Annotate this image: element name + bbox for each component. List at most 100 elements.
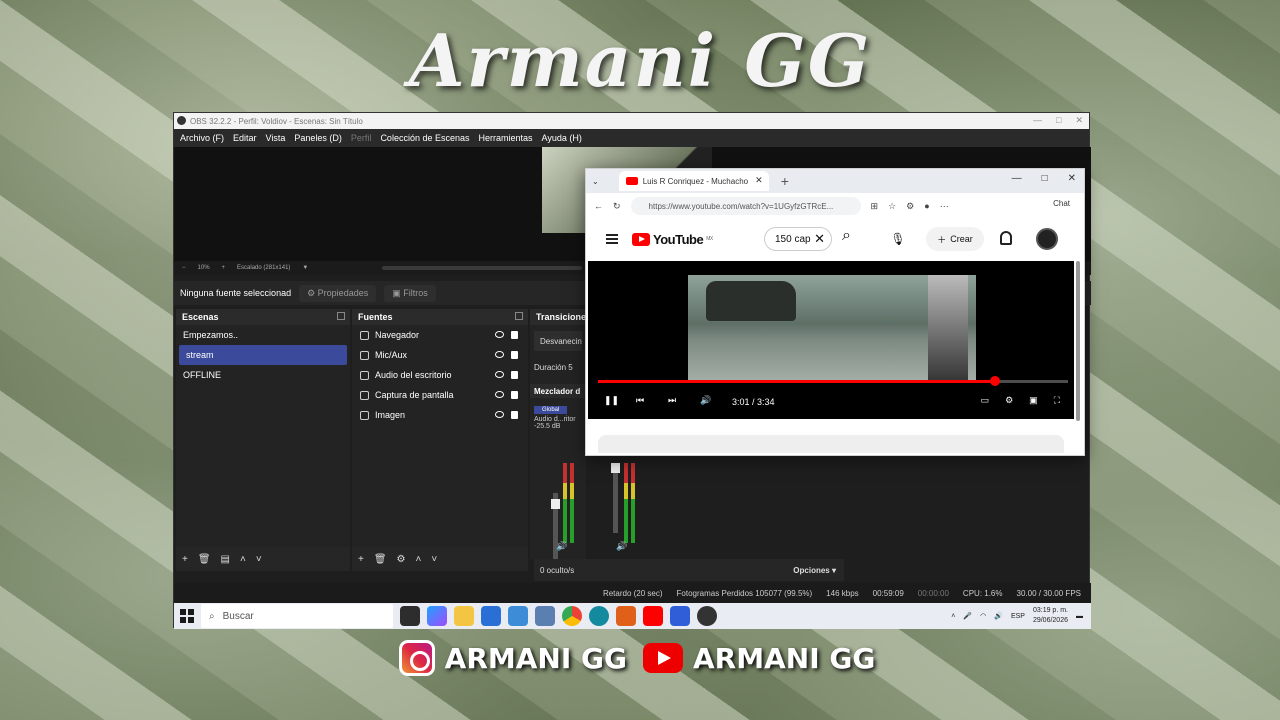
source-item[interactable]: Navegador [352, 325, 528, 345]
fader-knob[interactable] [611, 463, 620, 473]
down-icon[interactable]: ˅ [256, 554, 262, 565]
volume-fader[interactable] [611, 463, 620, 533]
chevron-up-icon[interactable]: ˄ [951, 613, 955, 620]
reload-icon[interactable]: ↻ [613, 201, 621, 212]
transition-select[interactable]: Desvanecin [534, 331, 582, 351]
trash-icon[interactable]: 🗑 [198, 554, 211, 565]
fader-knob[interactable] [551, 499, 560, 509]
source-item[interactable]: Audio del escritorio [352, 365, 528, 385]
mic-icon[interactable]: 🎙 [886, 227, 910, 251]
menu-ayuda[interactable]: Ayuda (H) [542, 133, 582, 143]
edge-icon[interactable] [589, 606, 609, 626]
dock-icon[interactable] [337, 312, 345, 320]
eye-icon[interactable] [495, 411, 504, 418]
store-icon[interactable] [481, 606, 501, 626]
add-icon[interactable]: + [358, 554, 364, 565]
maximize-icon[interactable]: □ [1042, 173, 1048, 184]
back-icon[interactable]: ← [594, 201, 603, 211]
obs-icon[interactable] [697, 606, 717, 626]
duration-field[interactable]: Duración 5 [530, 357, 586, 378]
previous-icon[interactable]: ⏮ [636, 395, 650, 409]
next-icon[interactable]: ⏭ [668, 395, 682, 409]
brave-icon[interactable] [616, 606, 636, 626]
language-indicator[interactable]: ESP [1011, 613, 1025, 620]
maximize-icon[interactable]: □ [1056, 115, 1061, 126]
close-icon[interactable]: ✕ [1075, 115, 1083, 126]
minimize-icon[interactable]: — [1033, 115, 1042, 126]
menu-paneles[interactable]: Paneles (D) [294, 133, 342, 143]
progress-scrubber[interactable] [990, 376, 1001, 386]
preview-scrollbar[interactable] [382, 266, 582, 270]
scene-item[interactable]: OFFLINE [176, 365, 350, 385]
filters-button[interactable]: ▣ Filtros [384, 284, 436, 302]
new-tab-button[interactable]: + [781, 173, 789, 189]
settings-icon[interactable]: ⚙ [1005, 395, 1013, 406]
tab-close-icon[interactable]: ✕ [755, 175, 763, 186]
add-icon[interactable]: + [182, 554, 188, 565]
menu-archivo[interactable]: Archivo (F) [180, 133, 224, 143]
volume-fader[interactable] [551, 493, 560, 563]
avatar[interactable] [1036, 228, 1058, 250]
lock-icon[interactable] [511, 411, 518, 419]
url-field[interactable]: https://www.youtube.com/watch?v=1UGyfzGT… [630, 197, 861, 215]
scene-item-selected[interactable]: stream [179, 345, 347, 365]
tab-menu-icon[interactable]: ⌄ [592, 177, 599, 186]
progress-bar[interactable] [598, 376, 1068, 386]
mic-icon[interactable]: 🎤 [963, 612, 972, 620]
extensions-icon[interactable]: ⊞ [871, 201, 879, 212]
search-icon[interactable]: ⌕ [842, 227, 866, 251]
source-item[interactable]: Imagen [352, 405, 528, 425]
speaker-icon[interactable]: 🔊 [556, 541, 567, 552]
eye-icon[interactable] [495, 371, 504, 378]
wifi-icon[interactable]: ◠ [980, 612, 986, 620]
youtube-icon[interactable] [643, 606, 663, 626]
speaker-icon[interactable]: 🔊 [616, 541, 627, 552]
more-icon[interactable]: ⋯ [940, 201, 949, 212]
zoom-mode[interactable]: Escalado (281x141) [237, 265, 290, 271]
pause-icon[interactable]: ❚❚ [604, 395, 619, 409]
lock-icon[interactable] [511, 331, 518, 339]
star-icon[interactable]: ☆ [888, 201, 896, 212]
menu-coleccion-escenas[interactable]: Colección de Escenas [380, 133, 469, 143]
browser-tab[interactable]: Luis R Conriquez - Muchacho ✕ [618, 171, 769, 191]
menu-herramientas[interactable]: Herramientas [479, 133, 533, 143]
youtube-logo[interactable]: YouTube MX [632, 232, 713, 247]
page-scrollbar[interactable] [1076, 261, 1082, 441]
gear-icon[interactable]: ⚙ [397, 554, 406, 565]
task-view-icon[interactable] [400, 606, 420, 626]
options-button[interactable]: Opciones ▾ [793, 566, 836, 575]
lock-icon[interactable] [511, 391, 518, 399]
eye-icon[interactable] [495, 391, 504, 398]
dock-icon[interactable] [515, 312, 523, 320]
properties-button[interactable]: ⚙ Propiedades [299, 284, 377, 302]
windows-start-icon[interactable] [180, 609, 194, 623]
app-icon[interactable] [670, 606, 690, 626]
lock-icon[interactable] [511, 371, 518, 379]
chrome-icon[interactable] [562, 606, 582, 626]
bell-icon[interactable] [1000, 231, 1012, 245]
down-icon[interactable]: ˅ [431, 554, 437, 565]
settings-icon[interactable]: ⚙ [906, 201, 914, 212]
close-icon[interactable]: ✕ [1068, 173, 1076, 184]
filter-icon[interactable]: ▤ [221, 554, 230, 565]
source-item[interactable]: Captura de pantalla [352, 385, 528, 405]
video-frame[interactable] [688, 275, 976, 383]
minimize-icon[interactable]: — [1012, 173, 1022, 184]
scene-item[interactable]: Empezamos.. [176, 325, 350, 345]
scrollbar-thumb[interactable] [1076, 261, 1080, 421]
eye-icon[interactable] [495, 351, 504, 358]
youtube-search-input[interactable]: 150 cap ✕ [764, 227, 832, 251]
chat-button[interactable]: Chat [1053, 199, 1070, 208]
folder-icon[interactable] [454, 606, 474, 626]
menu-vista[interactable]: Vista [266, 133, 286, 143]
profile-icon[interactable]: ● [924, 201, 929, 211]
taskbar-search[interactable]: ⌕ Buscar [201, 604, 393, 628]
menu-perfil[interactable]: Perfil [351, 133, 372, 143]
zoom-out-button[interactable]: − [182, 265, 186, 271]
notification-icon[interactable]: ▬ [1076, 613, 1083, 620]
fullscreen-icon[interactable]: ⛶ [1054, 395, 1060, 406]
subtitles-icon[interactable]: ▭ [981, 395, 990, 406]
volume-icon[interactable]: 🔊 [700, 395, 714, 409]
taskbar-clock[interactable]: 03:19 p. m. 29/06/2026 [1033, 606, 1068, 626]
zoom-in-button[interactable]: + [222, 265, 226, 271]
